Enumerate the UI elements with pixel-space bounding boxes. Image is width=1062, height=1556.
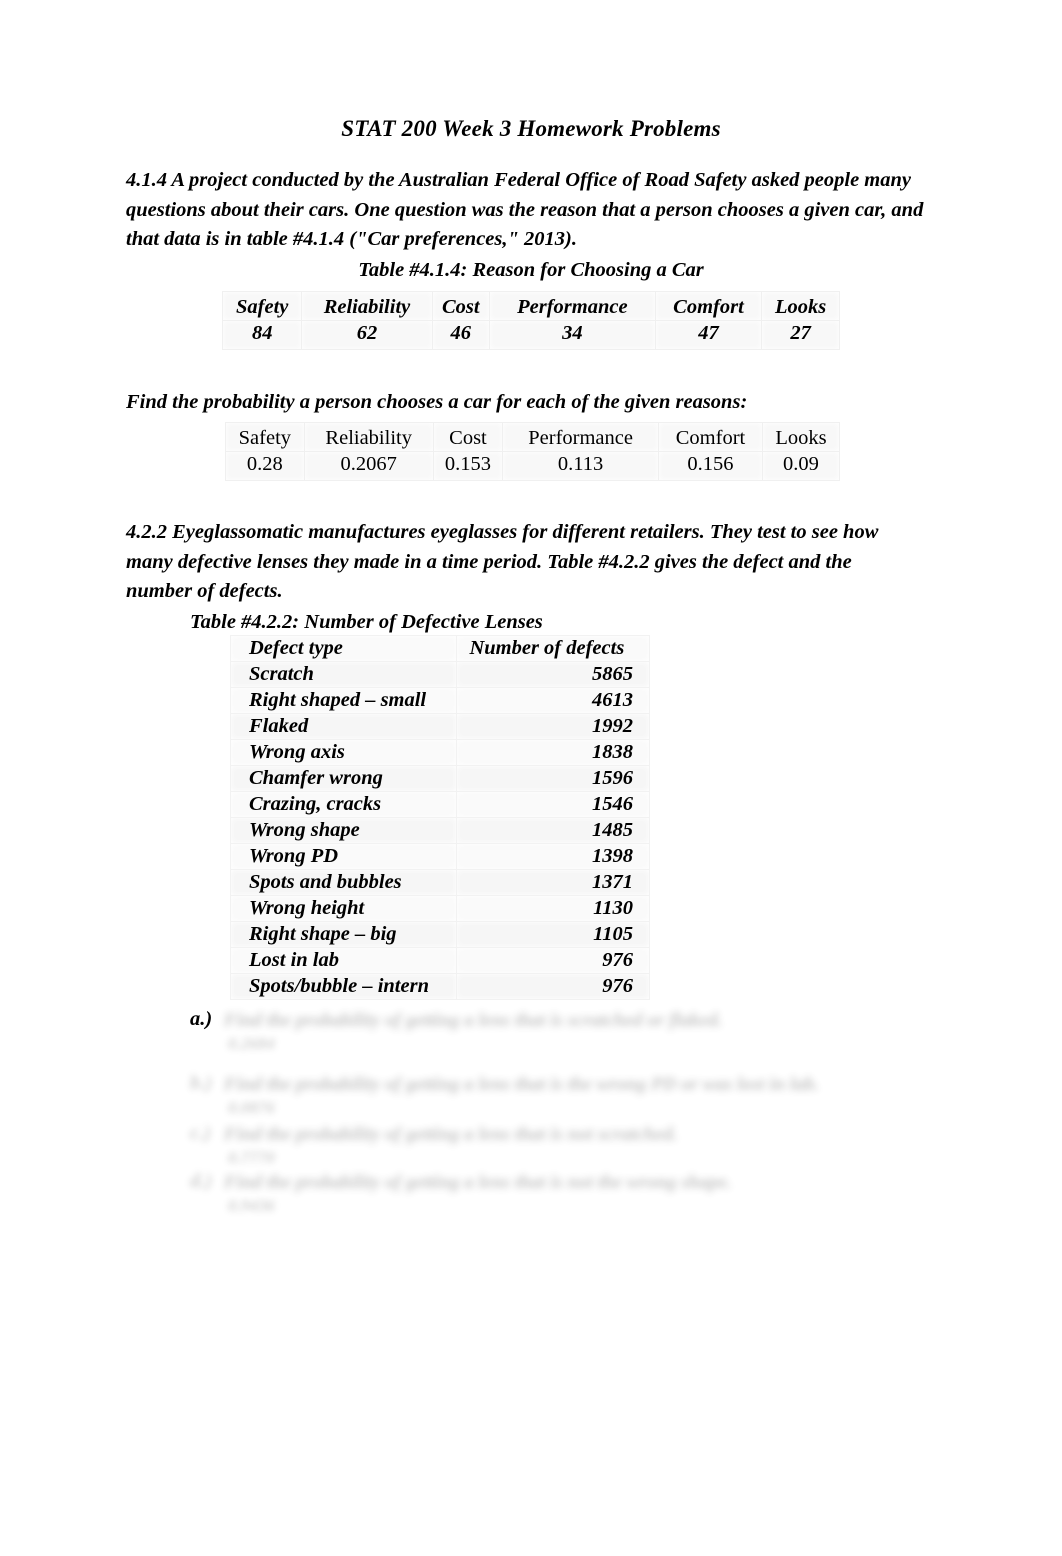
table-header-cell: Safety — [225, 422, 305, 452]
question-text: Find the probability of getting a lens t… — [224, 1124, 678, 1145]
table-cell: 0.09 — [761, 451, 841, 481]
table-cell: Crazing, cracks — [229, 791, 458, 818]
question-text: Find the probability of getting a lens t… — [224, 1074, 819, 1095]
table-cell: Scratch — [229, 661, 458, 688]
table-cell: 0.113 — [502, 451, 660, 481]
table-header-cell: Performance — [488, 291, 656, 321]
table-row: Right shaped – small 4613 — [229, 687, 650, 714]
table-header-cell: Reliability — [303, 422, 434, 452]
table-cell: 1992 — [456, 713, 650, 740]
table-cell: 1546 — [456, 791, 650, 818]
table-header-cell: Defect type — [229, 635, 458, 662]
table-row: Safety Reliability Cost Performance Comf… — [221, 291, 840, 321]
table-row: Spots/bubble – intern 976 — [229, 973, 650, 1000]
table-cell: Spots/bubble – intern — [229, 973, 458, 1000]
table-cell: Lost in lab — [229, 947, 458, 974]
probability-table: Safety Reliability Cost Performance Comf… — [225, 422, 841, 481]
table-header-cell: Looks — [761, 291, 840, 321]
table-cell: Right shaped – small — [229, 687, 458, 714]
table-row: Wrong PD 1398 — [229, 843, 650, 870]
table-row: Right shape – big 1105 — [229, 921, 650, 948]
question-marker: c.) — [190, 1122, 212, 1144]
table-row: Wrong axis 1838 — [229, 739, 650, 766]
table-cell: 0.2067 — [303, 451, 434, 481]
table-row: Crazing, cracks 1546 — [229, 791, 650, 818]
table-row: Scratch 5865 — [229, 661, 650, 688]
table-cell: 1596 — [456, 765, 650, 792]
table-header-cell: Comfort — [654, 291, 763, 321]
table-row: Flaked 1992 — [229, 713, 650, 740]
table-header-cell: Cost — [431, 291, 490, 321]
table-cell: Right shape – big — [229, 921, 458, 948]
question-answer: 0.7770 — [228, 1148, 275, 1167]
table-cell: 62 — [301, 320, 433, 350]
table-422: Defect type Number of defects Scratch 58… — [229, 635, 650, 1000]
question-answer: 0.0876 — [228, 1098, 275, 1117]
table-cell: Flaked — [229, 713, 458, 740]
table-cell: Spots and bubbles — [229, 869, 458, 896]
table-header-cell: Number of defects — [456, 635, 650, 662]
table-cell: 1105 — [456, 921, 650, 948]
question-marker: a.) — [190, 1008, 213, 1030]
table-header-cell: Cost — [432, 422, 504, 452]
table-cell: 1838 — [456, 739, 650, 766]
table-header-cell: Comfort — [658, 422, 763, 452]
table-414-caption: Table #4.1.4: Reason for Choosing a Car — [358, 259, 704, 281]
table-cell: 976 — [456, 947, 650, 974]
table-422-caption: Table #4.2.2: Number of Defective Lenses — [190, 611, 543, 633]
table-cell: 1398 — [456, 843, 650, 870]
table-cell: 1130 — [456, 895, 650, 922]
find-probability-prompt: Find the probability a person chooses a … — [126, 391, 748, 413]
table-cell: 4613 — [456, 687, 650, 714]
table-row: 0.28 0.2067 0.153 0.113 0.156 0.09 — [225, 451, 841, 481]
table-cell: 0.153 — [432, 451, 504, 481]
table-cell: 47 — [654, 320, 763, 350]
problem-414-paragraph: 4.1.4 A project conducted by the Austral… — [126, 169, 924, 250]
question-marker: d.) — [190, 1170, 213, 1192]
table-row: Spots and bubbles 1371 — [229, 869, 650, 896]
table-cell: 0.28 — [225, 451, 305, 481]
table-cell: 0.156 — [658, 451, 763, 481]
table-row: Chamfer wrong 1596 — [229, 765, 650, 792]
problem-422-paragraph: 4.2.2 Eyeglassomatic manufactures eyegla… — [126, 521, 879, 602]
table-row: Wrong shape 1485 — [229, 817, 650, 844]
table-cell: Wrong axis — [229, 739, 458, 766]
table-cell: Wrong PD — [229, 843, 458, 870]
table-cell: Wrong shape — [229, 817, 458, 844]
table-cell: 976 — [456, 973, 650, 1000]
question-answer: 0.2684 — [228, 1034, 275, 1053]
table-cell: 84 — [221, 320, 303, 350]
table-row: Safety Reliability Cost Performance Comf… — [225, 422, 841, 452]
table-414: Safety Reliability Cost Performance Comf… — [221, 291, 840, 350]
question-text: Find the probability of getting a lens t… — [224, 1172, 732, 1193]
table-cell: Wrong height — [229, 895, 458, 922]
table-header-cell: Safety — [221, 291, 303, 321]
page-title: STAT 200 Week 3 Homework Problems — [341, 116, 721, 141]
table-row: Wrong height 1130 — [229, 895, 650, 922]
table-header-cell: Performance — [502, 422, 660, 452]
table-cell: 1485 — [456, 817, 650, 844]
table-cell: 46 — [431, 320, 490, 350]
table-header-cell: Reliability — [301, 291, 433, 321]
table-header-cell: Looks — [761, 422, 841, 452]
table-cell: 34 — [488, 320, 656, 350]
table-row: Lost in lab 976 — [229, 947, 650, 974]
table-row: 84 62 46 34 47 27 — [221, 320, 840, 350]
table-cell: 5865 — [456, 661, 650, 688]
question-answer: 0.9436 — [228, 1196, 275, 1215]
document-page: STAT 200 Week 3 Homework Problems 4.1.4 … — [0, 0, 1062, 1556]
table-cell: 27 — [761, 320, 840, 350]
table-row: Defect type Number of defects — [229, 635, 650, 662]
question-text: Find the probability of getting a lens t… — [224, 1010, 723, 1031]
table-cell: Chamfer wrong — [229, 765, 458, 792]
table-cell: 1371 — [456, 869, 650, 896]
question-marker: b.) — [190, 1072, 213, 1094]
